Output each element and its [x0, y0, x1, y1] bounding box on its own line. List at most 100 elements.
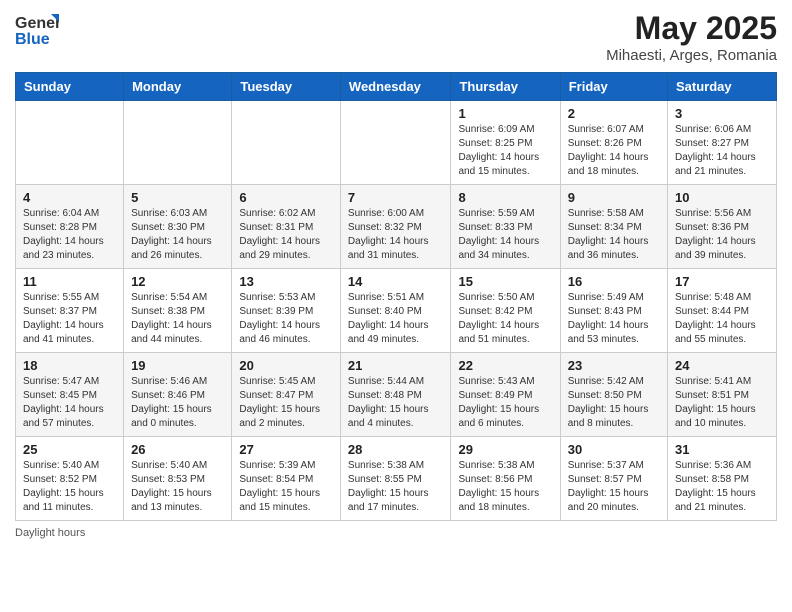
day-number: 27	[239, 442, 333, 457]
day-number: 4	[23, 190, 116, 205]
day-info: Sunrise: 5:53 AM Sunset: 8:39 PM Dayligh…	[239, 291, 333, 347]
day-number: 9	[568, 190, 660, 205]
calendar-week-row: 11 Sunrise: 5:55 AM Sunset: 8:37 PM Dayli…	[16, 269, 777, 353]
svg-text:General: General	[15, 15, 59, 32]
day-info: Sunrise: 5:47 AM Sunset: 8:45 PM Dayligh…	[23, 375, 116, 431]
day-info: Sunrise: 5:49 AM Sunset: 8:43 PM Dayligh…	[568, 291, 660, 347]
day-number: 7	[348, 190, 444, 205]
calendar-cell: 2 Sunrise: 6:07 AM Sunset: 8:26 PM Daylig…	[560, 101, 667, 185]
calendar-cell	[232, 101, 341, 185]
day-info: Sunrise: 5:56 AM Sunset: 8:36 PM Dayligh…	[675, 207, 769, 263]
day-info: Sunrise: 6:00 AM Sunset: 8:32 PM Dayligh…	[348, 207, 444, 263]
calendar-cell: 8Sunrise: 5:59 AM Sunset: 8:33 PM Daylig…	[451, 185, 560, 269]
calendar-cell: 20 Sunrise: 5:45 AM Sunset: 8:47 PM Dayli…	[232, 353, 341, 437]
calendar-cell: 13 Sunrise: 5:53 AM Sunset: 8:39 PM Dayli…	[232, 269, 341, 353]
calendar-cell: 5 Sunrise: 6:03 AM Sunset: 8:30 PM Daylig…	[124, 185, 232, 269]
day-number: 22	[458, 358, 552, 373]
calendar-week-row: 1 Sunrise: 6:09 AM Sunset: 8:25 PM Daylig…	[16, 101, 777, 185]
day-info: Sunrise: 5:59 AM Sunset: 8:33 PM Dayligh…	[458, 207, 552, 263]
day-number: 19	[131, 358, 224, 373]
calendar-cell: 10 Sunrise: 5:56 AM Sunset: 8:36 PM Dayli…	[668, 185, 777, 269]
day-info: Sunrise: 5:46 AM Sunset: 8:46 PM Dayligh…	[131, 375, 224, 431]
calendar-cell: 24Sunrise: 5:41 AM Sunset: 8:51 PM Dayli…	[668, 353, 777, 437]
calendar-cell: 17 Sunrise: 5:48 AM Sunset: 8:44 PM Dayli…	[668, 269, 777, 353]
calendar-week-row: 18 Sunrise: 5:47 AM Sunset: 8:45 PM Dayli…	[16, 353, 777, 437]
day-number: 20	[239, 358, 333, 373]
day-number: 31	[675, 442, 769, 457]
day-number: 10	[675, 190, 769, 205]
subtitle: Mihaesti, Arges, Romania	[606, 47, 777, 64]
day-number: 26	[131, 442, 224, 457]
calendar-cell: 31 Sunrise: 5:36 AM Sunset: 8:58 PM Dayli…	[668, 437, 777, 521]
day-number: 2	[568, 106, 660, 121]
day-number: 23	[568, 358, 660, 373]
calendar-cell: 22 Sunrise: 5:43 AM Sunset: 8:49 PM Dayli…	[451, 353, 560, 437]
day-info: Sunrise: 5:38 AM Sunset: 8:55 PM Dayligh…	[348, 459, 444, 515]
day-info: Sunrise: 5:43 AM Sunset: 8:49 PM Dayligh…	[458, 375, 552, 431]
day-info: Sunrise: 5:40 AM Sunset: 8:52 PM Dayligh…	[23, 459, 116, 515]
calendar-cell: 26 Sunrise: 5:40 AM Sunset: 8:53 PM Dayli…	[124, 437, 232, 521]
day-number: 16	[568, 274, 660, 289]
day-info: Sunrise: 5:45 AM Sunset: 8:47 PM Dayligh…	[239, 375, 333, 431]
calendar-cell: 23 Sunrise: 5:42 AM Sunset: 8:50 PM Dayli…	[560, 353, 667, 437]
day-number: 1	[458, 106, 552, 121]
day-number: 17	[675, 274, 769, 289]
title-block: May 2025 Mihaesti, Arges, Romania	[606, 10, 777, 64]
day-info: Sunrise: 6:03 AM Sunset: 8:30 PM Dayligh…	[131, 207, 224, 263]
day-number: 13	[239, 274, 333, 289]
day-info: Sunrise: 5:58 AM Sunset: 8:34 PM Dayligh…	[568, 207, 660, 263]
day-info: Sunrise: 6:06 AM Sunset: 8:27 PM Dayligh…	[675, 123, 769, 179]
calendar-cell: 19 Sunrise: 5:46 AM Sunset: 8:46 PM Dayli…	[124, 353, 232, 437]
calendar-cell: 29Sunrise: 5:38 AM Sunset: 8:56 PM Dayli…	[451, 437, 560, 521]
day-info: Sunrise: 5:48 AM Sunset: 8:44 PM Dayligh…	[675, 291, 769, 347]
day-info: Sunrise: 5:55 AM Sunset: 8:37 PM Dayligh…	[23, 291, 116, 347]
calendar-cell: 28 Sunrise: 5:38 AM Sunset: 8:55 PM Dayli…	[340, 437, 451, 521]
weekday-header: Sunday	[16, 73, 124, 101]
weekday-header: Thursday	[451, 73, 560, 101]
month-title: May 2025	[606, 10, 777, 47]
weekday-header: Saturday	[668, 73, 777, 101]
calendar-cell: 21Sunrise: 5:44 AM Sunset: 8:48 PM Dayli…	[340, 353, 451, 437]
weekday-header: Friday	[560, 73, 667, 101]
footer: Daylight hours	[15, 527, 777, 539]
day-number: 25	[23, 442, 116, 457]
day-info: Sunrise: 5:39 AM Sunset: 8:54 PM Dayligh…	[239, 459, 333, 515]
day-info: Sunrise: 5:36 AM Sunset: 8:58 PM Dayligh…	[675, 459, 769, 515]
calendar-cell: 11 Sunrise: 5:55 AM Sunset: 8:37 PM Dayli…	[16, 269, 124, 353]
daylight-label: Daylight hours	[15, 527, 85, 539]
calendar-cell: 15Sunrise: 5:50 AM Sunset: 8:42 PM Dayli…	[451, 269, 560, 353]
day-number: 14	[348, 274, 444, 289]
weekday-header: Monday	[124, 73, 232, 101]
page-header: General Blue May 2025 Mihaesti, Arges, R…	[15, 10, 777, 64]
svg-text:Blue: Blue	[15, 31, 50, 48]
day-info: Sunrise: 5:40 AM Sunset: 8:53 PM Dayligh…	[131, 459, 224, 515]
calendar-header-row: SundayMondayTuesdayWednesdayThursdayFrid…	[16, 73, 777, 101]
day-info: Sunrise: 5:51 AM Sunset: 8:40 PM Dayligh…	[348, 291, 444, 347]
calendar-cell: 25 Sunrise: 5:40 AM Sunset: 8:52 PM Dayli…	[16, 437, 124, 521]
day-number: 21	[348, 358, 444, 373]
day-info: Sunrise: 5:50 AM Sunset: 8:42 PM Dayligh…	[458, 291, 552, 347]
day-number: 18	[23, 358, 116, 373]
day-info: Sunrise: 5:42 AM Sunset: 8:50 PM Dayligh…	[568, 375, 660, 431]
day-info: Sunrise: 5:38 AM Sunset: 8:56 PM Dayligh…	[458, 459, 552, 515]
logo-icon: General Blue	[15, 10, 59, 48]
day-info: Sunrise: 5:54 AM Sunset: 8:38 PM Dayligh…	[131, 291, 224, 347]
day-info: Sunrise: 6:02 AM Sunset: 8:31 PM Dayligh…	[239, 207, 333, 263]
calendar-cell: 6 Sunrise: 6:02 AM Sunset: 8:31 PM Daylig…	[232, 185, 341, 269]
day-number: 5	[131, 190, 224, 205]
calendar-cell: 14 Sunrise: 5:51 AM Sunset: 8:40 PM Dayli…	[340, 269, 451, 353]
day-number: 6	[239, 190, 333, 205]
day-info: Sunrise: 5:37 AM Sunset: 8:57 PM Dayligh…	[568, 459, 660, 515]
day-number: 3	[675, 106, 769, 121]
weekday-header: Wednesday	[340, 73, 451, 101]
logo: General Blue	[15, 10, 59, 48]
calendar-cell: 9 Sunrise: 5:58 AM Sunset: 8:34 PM Daylig…	[560, 185, 667, 269]
day-info: Sunrise: 6:09 AM Sunset: 8:25 PM Dayligh…	[458, 123, 552, 179]
day-number: 11	[23, 274, 116, 289]
day-info: Sunrise: 6:07 AM Sunset: 8:26 PM Dayligh…	[568, 123, 660, 179]
day-number: 28	[348, 442, 444, 457]
calendar-week-row: 25 Sunrise: 5:40 AM Sunset: 8:52 PM Dayli…	[16, 437, 777, 521]
calendar-table: SundayMondayTuesdayWednesdayThursdayFrid…	[15, 72, 777, 521]
calendar-cell: 4 Sunrise: 6:04 AM Sunset: 8:28 PM Daylig…	[16, 185, 124, 269]
day-info: Sunrise: 6:04 AM Sunset: 8:28 PM Dayligh…	[23, 207, 116, 263]
